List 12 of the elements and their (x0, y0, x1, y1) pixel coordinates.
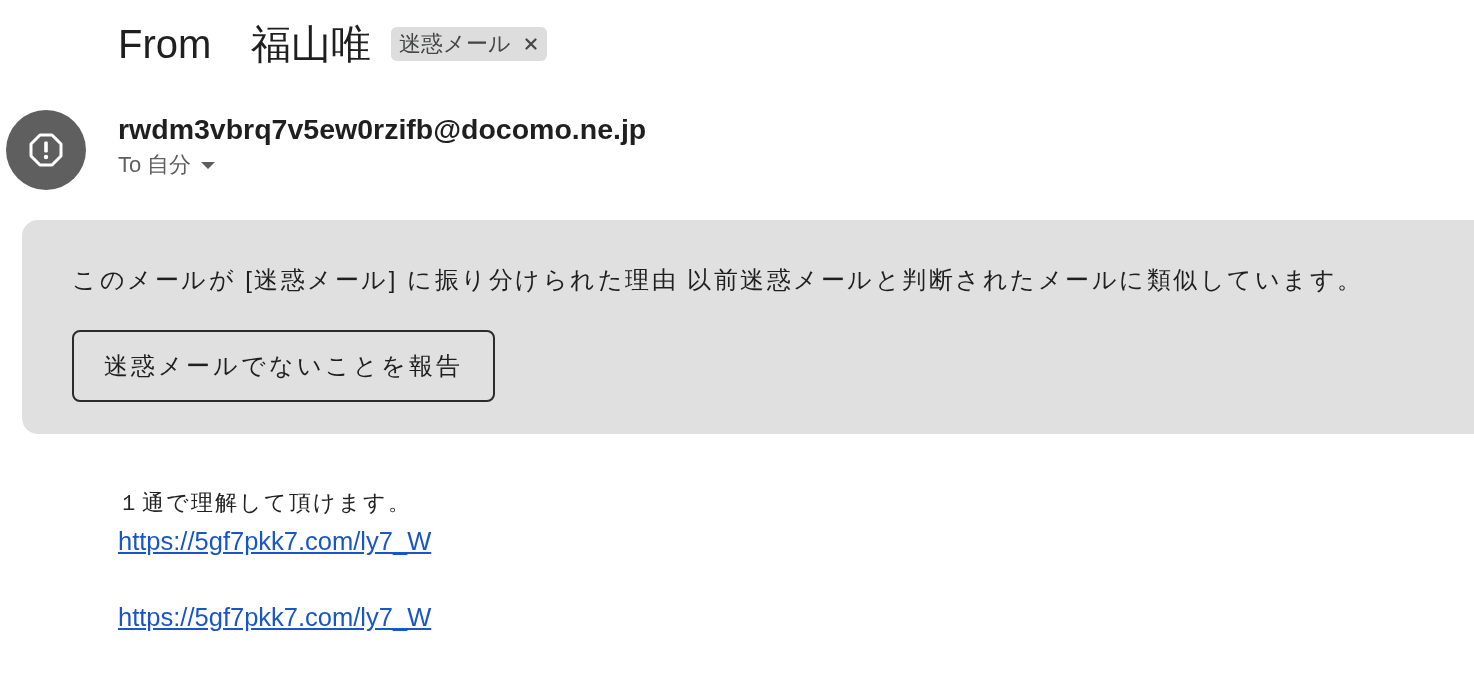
label-chip[interactable]: 迷惑メール (391, 27, 548, 61)
caret-icon[interactable] (201, 161, 216, 169)
body-text: １通で理解して頂けます。 (118, 489, 412, 517)
email-subject: From 福山唯 (118, 21, 372, 68)
spam-reason-text: このメールが [迷惑メール] に振り分けられた理由 以前迷惑メールと判断されたメールに類似しています。 (72, 265, 1365, 295)
sender-email: rwdm3vbrq7v5ew0rzifb@docomo.ne.jp (118, 112, 647, 146)
recipients-text[interactable]: To 自分 (118, 152, 192, 178)
report-not-spam-button[interactable]: 迷惑メールでないことを報告 (72, 330, 495, 402)
body-link[interactable]: https://5gf7pkk7.com/ly7_W (118, 598, 432, 636)
octagon-exclamation-icon (29, 133, 63, 167)
close-icon[interactable] (525, 38, 538, 50)
body-link[interactable]: https://5gf7pkk7.com/ly7_W (118, 522, 432, 560)
